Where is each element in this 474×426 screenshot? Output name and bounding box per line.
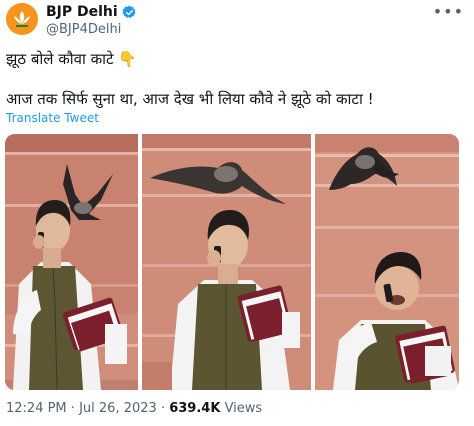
tweet-meta: 12:24 PM · Jul 26, 2023 · 639.4K Views bbox=[6, 401, 262, 416]
lotus-logo-icon bbox=[14, 11, 30, 27]
photo-panel-3[interactable] bbox=[315, 134, 459, 390]
views-label: Views bbox=[224, 401, 263, 416]
media-grid bbox=[5, 134, 459, 390]
more-options-icon[interactable]: ••• bbox=[433, 2, 464, 21]
verified-badge-icon bbox=[121, 5, 136, 18]
tweet-time[interactable]: 12:24 PM bbox=[6, 401, 67, 416]
photo-2-image bbox=[142, 134, 311, 390]
translate-tweet-link[interactable]: Translate Tweet bbox=[6, 111, 99, 125]
meta-separator: · bbox=[70, 401, 75, 416]
photo-panel-1[interactable] bbox=[5, 134, 138, 390]
photo-3-image bbox=[315, 134, 459, 390]
tweet-card: BJP Delhi @BJP4Delhi ••• झूठ बोले कौवा क… bbox=[0, 0, 474, 426]
avatar[interactable] bbox=[6, 3, 38, 35]
author-name-row: BJP Delhi bbox=[46, 4, 137, 20]
author-handle[interactable]: @BJP4Delhi bbox=[46, 22, 121, 37]
photo-1-image bbox=[5, 134, 138, 390]
views-count: 639.4K bbox=[169, 401, 221, 416]
author-display-name[interactable]: BJP Delhi bbox=[46, 4, 118, 20]
photo-panel-2[interactable] bbox=[142, 134, 311, 390]
tweet-text-line-2: आज तक सिर्फ सुना था, आज देख भी लिया कौवे… bbox=[6, 90, 374, 108]
pointing-down-emoji: 👇 bbox=[118, 50, 138, 68]
tweet-text-line-1: झूठ बोले कौवा काटे 👇 bbox=[6, 49, 137, 69]
meta-separator-2: · bbox=[160, 401, 166, 416]
tweet-date[interactable]: Jul 26, 2023 bbox=[79, 401, 157, 416]
tweet-text-hindi-1: झूठ बोले कौवा काटे bbox=[6, 50, 114, 68]
